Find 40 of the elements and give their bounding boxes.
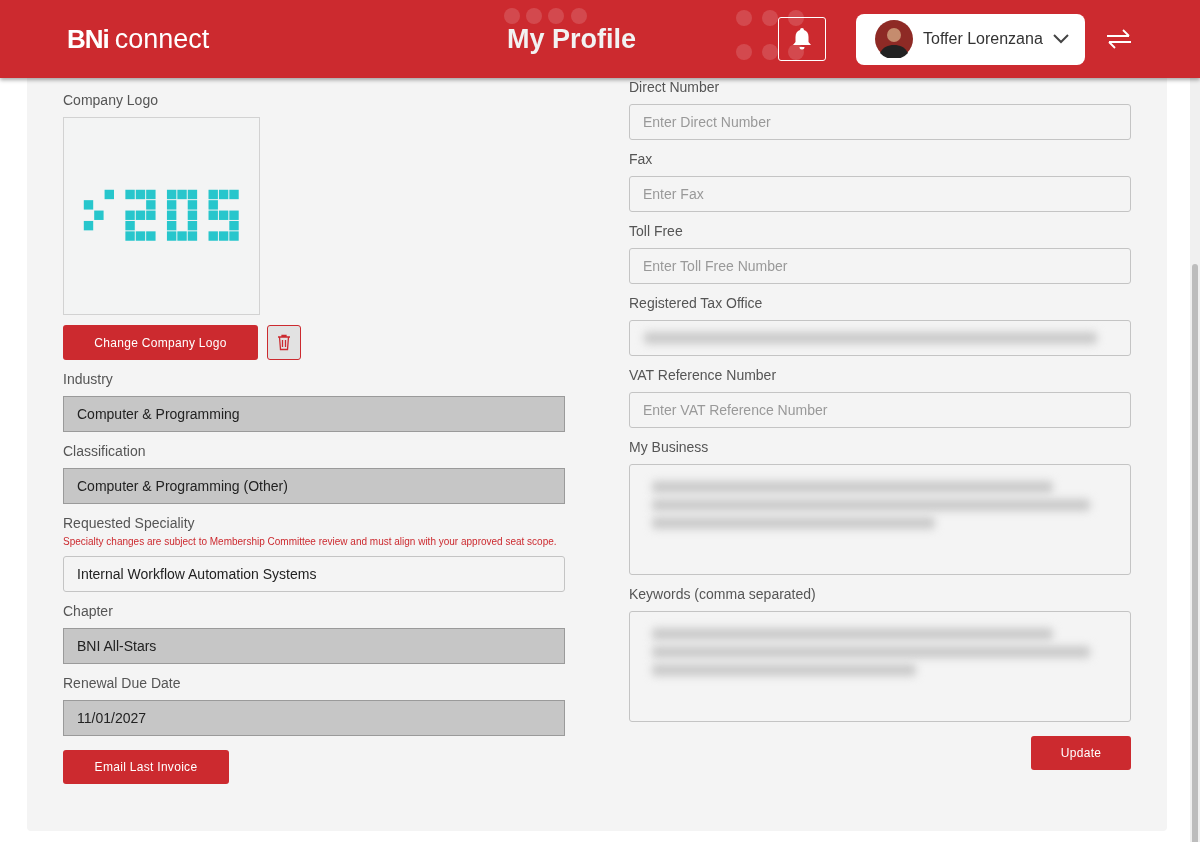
readonly-field: Computer & Programming (Other) (63, 468, 565, 504)
delete-button[interactable] (267, 325, 301, 360)
field-label: Direct Number (629, 78, 721, 96)
input-field[interactable]: Enter Toll Free Number (629, 248, 1131, 284)
page-title: My Profile (507, 23, 638, 55)
field-label: Requested Speciality (63, 514, 196, 532)
field-label: Classification (63, 442, 147, 460)
field-label: Industry (63, 370, 114, 388)
chevron-down-icon (1052, 34, 1069, 44)
input-field[interactable] (629, 320, 1131, 356)
update-button[interactable]: Update (1031, 736, 1131, 770)
user-menu[interactable]: Toffer Lorenzana (856, 13, 1085, 65)
field-label: Toll Free (629, 222, 684, 240)
bell-icon (792, 27, 812, 51)
field-label: Fax (629, 150, 654, 168)
readonly-field: Computer & Programming (63, 396, 565, 432)
notification-button[interactable] (778, 17, 826, 61)
brand-logo: BNi connect (67, 23, 211, 55)
review-note: Specialty changes are subject to Membership Committee review and must align with your approved seat scope. (63, 535, 558, 549)
input-field[interactable]: Enter Fax (629, 176, 1131, 212)
change-logo-button[interactable]: Change Company Logo (63, 325, 258, 360)
readonly-field: BNI All-Stars (63, 628, 565, 664)
field-label: Keywords (comma separated) (629, 585, 817, 603)
field-label: VAT Reference Number (629, 366, 778, 384)
field-label: Company Logo (63, 91, 159, 109)
input-field[interactable]: Enter Direct Number (629, 104, 1131, 140)
scrollbar[interactable] (1190, 78, 1200, 842)
text-area[interactable] (629, 464, 1131, 575)
field-label: My Business (629, 438, 710, 456)
avatar-icon (875, 20, 913, 58)
input-field[interactable]: Internal Workflow Automation Systems (63, 556, 565, 592)
trash-icon (277, 334, 291, 351)
email-invoice-button[interactable]: Email Last Invoice (63, 750, 229, 784)
input-field[interactable]: Enter VAT Reference Number (629, 392, 1131, 428)
text-area[interactable] (629, 611, 1131, 722)
field-label: Chapter (63, 602, 114, 620)
field-label: Registered Tax Office (629, 294, 764, 312)
field-label: Renewal Due Date (63, 674, 182, 692)
readonly-field: 11/01/2027 (63, 700, 565, 736)
swap-icon[interactable] (1105, 28, 1133, 50)
